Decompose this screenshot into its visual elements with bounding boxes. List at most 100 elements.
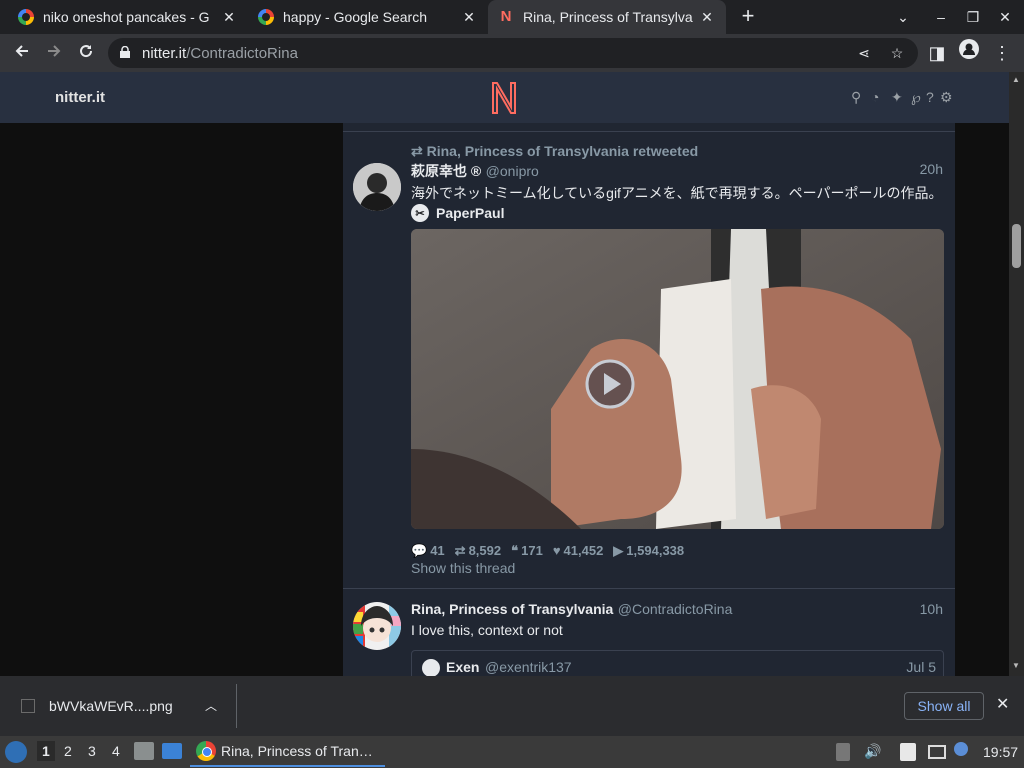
display-icon[interactable]	[928, 745, 946, 759]
retweet-icon: ⇄	[454, 543, 466, 558]
clock: 19:57	[983, 744, 1019, 760]
tweet-header: Rina, Princess of Transylvania @Contradi…	[411, 601, 732, 619]
timeline: ⇄ Rina, Princess of Transylvania retweet…	[343, 123, 955, 676]
comment-icon: 💬	[411, 543, 428, 558]
back-icon[interactable]	[8, 39, 36, 67]
tweet-time[interactable]: 10h	[920, 601, 943, 617]
tweet-time[interactable]: Jul 5	[906, 659, 936, 675]
url-text: nitter.it/ContradictoRina	[142, 45, 298, 62]
close-tab-icon[interactable]: ✕	[698, 9, 716, 26]
taskbar-chrome-window[interactable]: Rina, Princess of Tran…	[190, 737, 385, 767]
tab-search-icon[interactable]: ⌄	[888, 0, 918, 34]
minimize-button[interactable]: –	[926, 0, 956, 34]
menu-kebab-icon[interactable]: ⋮	[988, 39, 1016, 67]
share-icon[interactable]: ⋖	[854, 43, 874, 63]
tab-strip: niko oneshot pancakes - G ✕ happy - Goog…	[0, 0, 1024, 34]
about-icon[interactable]: ?	[926, 89, 934, 105]
site-name-link[interactable]: nitter.it	[55, 89, 105, 106]
workspace-1[interactable]: 1	[37, 741, 55, 761]
tab-title: niko oneshot pancakes - G	[43, 9, 210, 25]
quoted-tweet[interactable]: Exen @exentrik137 Jul 5	[411, 650, 944, 676]
tab-title: happy - Google Search	[283, 9, 427, 25]
nitter-logo-icon[interactable]	[488, 80, 520, 116]
tab-happy[interactable]: happy - Google Search ✕	[248, 0, 488, 34]
side-panel-icon[interactable]: ◨	[923, 39, 951, 67]
chevron-up-icon[interactable]: ︿	[205, 697, 217, 714]
avatar[interactable]	[353, 602, 401, 650]
user-name[interactable]: Rina, Princess of Transylvania	[411, 601, 613, 617]
tweet-time[interactable]: 20h	[920, 161, 943, 177]
play-icon[interactable]	[585, 359, 635, 409]
tab-title: Rina, Princess of Transylva	[523, 9, 693, 25]
heart-icon: ♥	[552, 543, 561, 558]
os-taskbar: 1 2 3 4 Rina, Princess of Tran… 🔊 19:57	[0, 736, 1024, 768]
workspace-3[interactable]: 3	[88, 743, 96, 759]
restore-button[interactable]: ❐	[958, 0, 988, 34]
retweet-count[interactable]: ⇄ 8,592	[455, 543, 501, 559]
download-shelf: bWVkaWEvR....png ︿ Show all ✕	[0, 676, 1024, 736]
like-count[interactable]: ♥ 41,452	[553, 543, 603, 559]
scrollbar-thumb[interactable]	[1012, 224, 1021, 268]
avatar	[422, 659, 440, 676]
notification-icon[interactable]	[954, 742, 968, 756]
tweet-header: 萩原幸也 ® @onipro	[411, 161, 539, 181]
media-author[interactable]: ✂ PaperPaul	[411, 204, 504, 222]
nitter-favicon-icon: N	[500, 8, 512, 25]
tab-rina[interactable]: N Rina, Princess of Transylva ✕	[488, 0, 726, 34]
close-tab-icon[interactable]: ✕	[220, 9, 238, 26]
view-count[interactable]: ▶ 1,594,338	[613, 543, 684, 559]
nitter-navbar: nitter.it ⚲ ◔ ✦ ℘ ? ⚙	[0, 72, 1009, 123]
start-menu-icon[interactable]	[5, 741, 27, 763]
liberapay-icon[interactable]: ℘	[911, 89, 921, 106]
clipboard-icon[interactable]	[836, 743, 850, 761]
tab-niko[interactable]: niko oneshot pancakes - G ✕	[8, 0, 248, 34]
search-icon[interactable]: ⚲	[851, 89, 861, 106]
file-manager-icon[interactable]	[134, 742, 154, 760]
google-favicon-icon	[18, 9, 34, 25]
reload-icon[interactable]	[72, 39, 100, 67]
retweet-header: ⇄ Rina, Princess of Transylvania retweet…	[411, 143, 699, 159]
workspace-4[interactable]: 4	[112, 743, 120, 759]
desktop-icon[interactable]	[162, 743, 182, 759]
browser-toolbar: nitter.it/ContradictoRina ⋖ ☆ ◨ ⋮	[0, 34, 1024, 72]
show-all-button[interactable]: Show all	[904, 692, 984, 720]
user-name[interactable]: Exen	[446, 659, 479, 675]
divider	[236, 684, 237, 728]
window-close-button[interactable]: ✕	[990, 0, 1020, 34]
forward-icon[interactable]	[40, 39, 68, 67]
new-tab-button[interactable]: +	[736, 4, 760, 28]
profile-avatar-icon[interactable]	[955, 39, 983, 67]
close-tab-icon[interactable]: ✕	[460, 9, 478, 26]
scroll-down-icon[interactable]: ▼	[1012, 661, 1020, 670]
google-favicon-icon	[258, 9, 274, 25]
download-item[interactable]: bWVkaWEvR....png	[49, 698, 173, 714]
tweet-stats: 💬 41 ⇄ 8,592 ❝ 171 ♥ 41,452 ▶ 1,594,338	[411, 543, 684, 559]
close-shelf-icon[interactable]: ✕	[996, 694, 1009, 714]
web-page: nitter.it ⚲ ◔ ✦ ℘ ? ⚙ ⇄ Rina, Princess o…	[0, 72, 1009, 676]
tweet-text: I love this, context or not	[411, 622, 563, 638]
user-handle[interactable]: @ContradictoRina	[618, 601, 733, 617]
rss-icon[interactable]: ◔	[871, 89, 879, 105]
twitter-bird-icon[interactable]: ✦	[891, 89, 903, 106]
volume-icon[interactable]: 🔊	[864, 743, 881, 760]
bookmark-star-icon[interactable]: ☆	[887, 43, 907, 63]
show-thread-link[interactable]: Show this thread	[411, 560, 515, 576]
reply-count[interactable]: 💬 41	[411, 543, 445, 559]
quote-count[interactable]: ❝ 171	[511, 543, 543, 559]
chrome-icon	[196, 741, 216, 761]
workspace-2[interactable]: 2	[64, 743, 72, 759]
lock-icon	[120, 46, 130, 58]
user-handle[interactable]: @exentrik137	[485, 659, 572, 675]
address-bar[interactable]: nitter.it/ContradictoRina ⋖ ☆	[108, 38, 918, 68]
scroll-up-icon[interactable]: ▲	[1012, 75, 1020, 84]
user-name[interactable]: 萩原幸也 ®	[411, 163, 481, 179]
avatar[interactable]	[353, 163, 401, 211]
file-icon	[21, 699, 35, 713]
page-scrollbar[interactable]: ▲ ▼	[1009, 72, 1024, 676]
task-title: Rina, Princess of Tran…	[221, 743, 373, 759]
video-player[interactable]	[411, 229, 944, 529]
user-handle[interactable]: @onipro	[486, 163, 539, 179]
divider	[343, 131, 955, 132]
settings-gear-icon[interactable]: ⚙	[940, 89, 953, 106]
notes-icon[interactable]	[900, 743, 916, 761]
